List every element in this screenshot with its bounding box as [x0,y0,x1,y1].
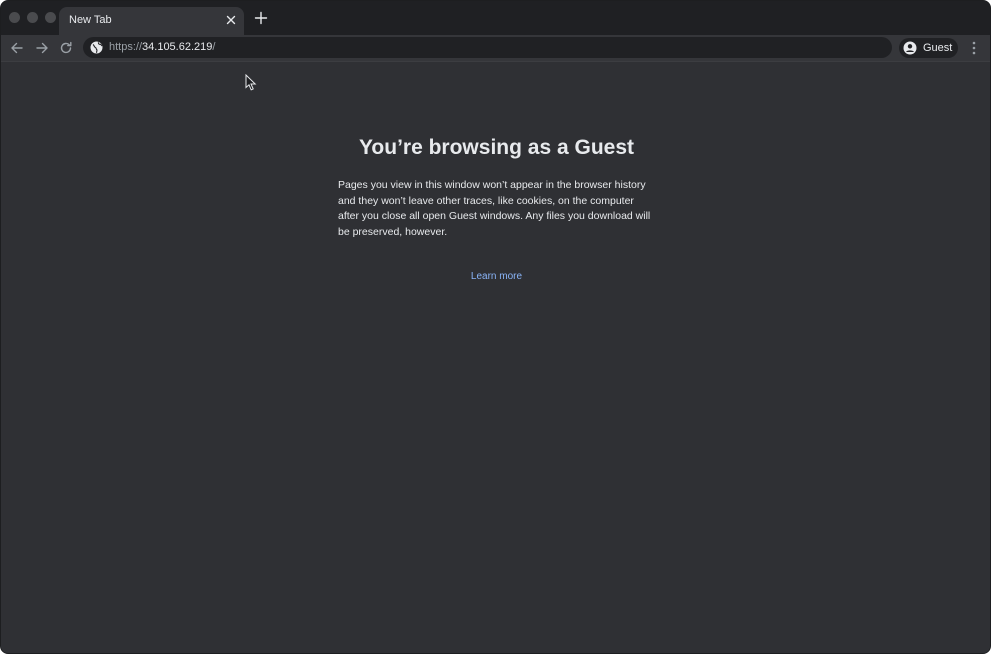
profile-label: Guest [923,42,953,54]
guest-description: Pages you view in this window won’t appe… [338,179,651,238]
toolbar: https://34.105.62.219/ Guest [1,35,990,61]
account-circle-icon [903,41,917,55]
page-title: You’re browsing as a Guest [358,136,634,159]
page-content: You’re browsing as a Guest Pages you vie… [1,61,990,653]
minimize-window-button[interactable] [27,12,38,23]
browser-window: New Tab https://34.105.62.219/ Guest You… [0,0,991,654]
learn-more-link[interactable]: Learn more [1,271,990,282]
url-host: 34.105.62.219 [142,41,213,53]
globe-icon[interactable] [90,41,103,54]
plus-icon[interactable] [254,11,268,25]
window-controls [9,12,56,23]
close-icon[interactable] [224,13,238,27]
cursor-icon [245,74,257,91]
url-path: / [212,41,216,53]
tab-new-tab[interactable]: New Tab [59,7,244,35]
reload-icon[interactable] [58,40,74,56]
url-scheme: https:// [109,41,143,53]
url-text: https://34.105.62.219/ [109,41,215,54]
close-window-button[interactable] [9,12,20,23]
tab-strip: New Tab [1,1,990,35]
address-bar[interactable]: https://34.105.62.219/ [83,37,892,58]
zoom-window-button[interactable] [45,12,56,23]
tab-title: New Tab [69,14,112,26]
more-vert-icon[interactable] [967,40,981,56]
profile-button[interactable]: Guest [899,38,958,58]
forward-arrow-icon[interactable] [34,40,50,56]
back-arrow-icon[interactable] [9,40,25,56]
